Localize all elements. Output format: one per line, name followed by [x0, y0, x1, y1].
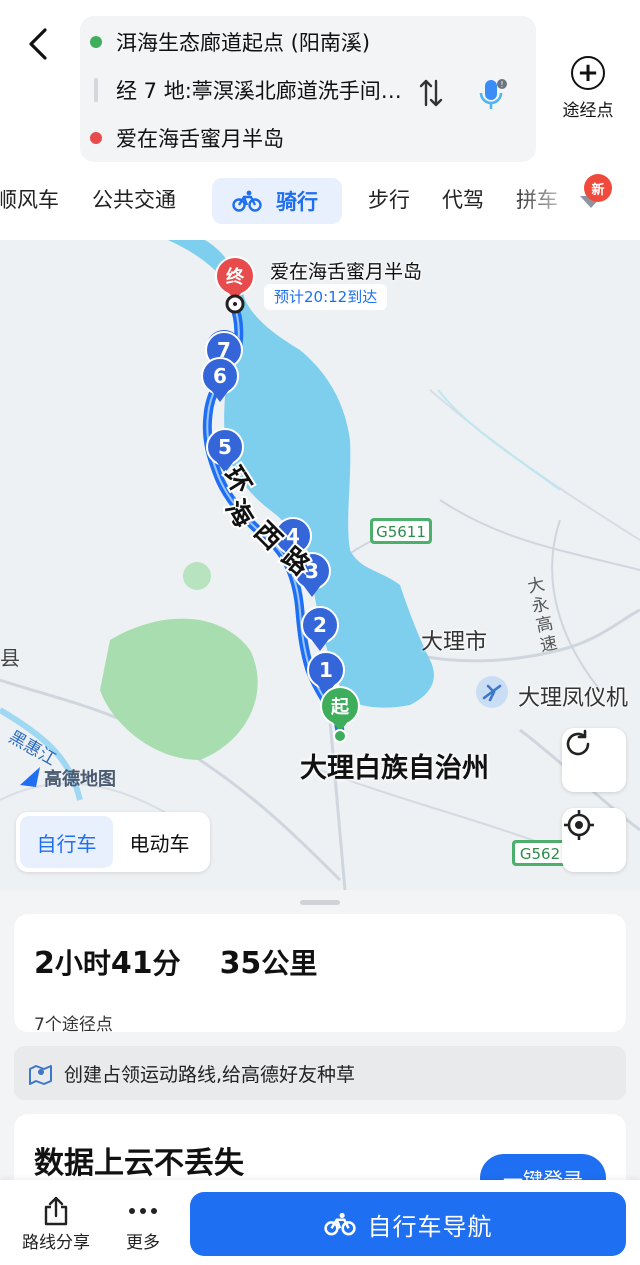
- destination-text: 爱在海舌蜜月半岛: [116, 127, 284, 151]
- via-bar: [94, 78, 98, 102]
- bicycle-icon: [323, 1212, 356, 1236]
- highway-g562-label: G562: [520, 845, 560, 863]
- back-button[interactable]: [18, 24, 58, 64]
- create-route-promo[interactable]: 创建占领运动路线,给高德好友种草: [14, 1046, 626, 1100]
- distance-unit: 公里: [261, 947, 318, 980]
- tab-designated-driver[interactable]: 代驾: [442, 184, 484, 214]
- tab-ride-hailing[interactable]: 顺风车: [0, 184, 59, 214]
- route-summary-card[interactable]: 2小时41分 35公里 7个途径点: [14, 914, 626, 1035]
- tab-walking[interactable]: 步行: [368, 184, 410, 214]
- locate-me-button[interactable]: [562, 808, 626, 872]
- duration-minutes: 41: [110, 946, 153, 981]
- navigate-label: 自行车导航: [367, 1212, 493, 1241]
- route-header: 洱海生态廊道起点 (阳南溪) 经 7 地:葶溟溪北廊道洗手间>蝴蝶泉>双廊古镇>…: [0, 0, 640, 240]
- tab-cycling-label: 骑行: [276, 190, 318, 214]
- airport-icon: [476, 676, 508, 708]
- map-canvas: 7 6 5 4 3 2 1 起 终 环 海 西 路 G5611 G562: [0, 240, 640, 890]
- start-marker[interactable]: 起: [320, 686, 360, 743]
- more-label: 更多: [126, 1233, 160, 1253]
- more-button[interactable]: 更多: [118, 1194, 168, 1253]
- back-arrow-icon: [29, 28, 47, 60]
- route-summary: 2小时41分 35公里: [34, 942, 317, 982]
- plus-circle-icon: +: [571, 56, 605, 90]
- prefecture-label: 大理白族自治州: [300, 753, 489, 784]
- route-input-box: 洱海生态廊道起点 (阳南溪) 经 7 地:葶溟溪北廊道洗手间>蝴蝶泉>双廊古镇>…: [80, 16, 536, 162]
- waypoint-1-label: 1: [319, 658, 333, 682]
- bicycle-icon: [232, 190, 262, 212]
- end-marker[interactable]: 终: [215, 256, 255, 314]
- refresh-route-button[interactable]: [562, 728, 626, 792]
- distance-value: 35: [219, 946, 262, 981]
- origin-text: 洱海生态廊道起点 (阳南溪): [116, 31, 371, 55]
- bicycle-option[interactable]: 自行车: [20, 816, 113, 868]
- waypoint-5-label: 5: [218, 435, 232, 459]
- destination-row[interactable]: 爱在海舌蜜月半岛: [80, 118, 536, 158]
- origin-dot-icon: [90, 36, 102, 48]
- sheet-grabber[interactable]: [300, 900, 340, 905]
- svg-text:!: !: [500, 80, 503, 89]
- tabs-fade: [510, 172, 580, 232]
- county-label: 县: [0, 646, 20, 670]
- waypoint-2-label: 2: [313, 613, 327, 637]
- highway-g5611-label: G5611: [376, 523, 426, 541]
- map-route-icon: [29, 1065, 52, 1085]
- promo-text: 创建占领运动路线,给高德好友种草: [64, 1063, 356, 1086]
- swap-button[interactable]: [418, 78, 444, 115]
- microphone-icon: !: [479, 79, 507, 109]
- waypoint-count: 7个途径点: [34, 1015, 113, 1035]
- waypoint-6-label: 6: [213, 364, 227, 388]
- eta-label: 预计20:12到达: [264, 284, 388, 310]
- cloud-sync-title: 数据上云不丢失: [34, 1146, 244, 1181]
- destination-dot-icon: [90, 132, 102, 144]
- voice-input-button[interactable]: !: [474, 76, 510, 112]
- share-route-button[interactable]: 路线分享: [18, 1194, 94, 1253]
- locate-icon: [564, 810, 594, 840]
- city-label: 大理市: [421, 630, 488, 655]
- duration-hours-unit: 小时: [54, 947, 111, 980]
- route-map[interactable]: 7 6 5 4 3 2 1 起 终 环 海 西 路 G5611 G562 爱在海…: [0, 240, 640, 890]
- add-waypoint-button[interactable]: + 途经点: [548, 56, 628, 121]
- via-row[interactable]: 经 7 地:葶溟溪北廊道洗手间>蝴蝶泉>双廊古镇>挖色>海东>小普陀>海舌: [80, 70, 410, 110]
- start-bike-navigation-button[interactable]: 自行车导航: [190, 1192, 626, 1256]
- ebike-option[interactable]: 电动车: [113, 816, 206, 868]
- via-text: 经 7 地:葶溟溪北廊道洗手间>蝴蝶泉>双廊古镇>挖色>海东>小普陀>海舌: [116, 79, 410, 103]
- share-icon: [44, 1196, 68, 1226]
- new-badge: 新: [584, 174, 612, 202]
- duration-minutes-unit: 分: [152, 947, 181, 980]
- more-dots-icon: [118, 1194, 168, 1228]
- amap-logo-icon: [20, 767, 40, 787]
- end-marker-label: 终: [226, 266, 245, 288]
- add-waypoint-label: 途经点: [562, 101, 614, 121]
- destination-map-label: 爱在海舌蜜月半岛: [270, 261, 423, 283]
- swap-icon: [419, 79, 443, 107]
- tab-cycling[interactable]: 骑行: [212, 178, 342, 224]
- amap-logo-text: 高德地图: [44, 769, 116, 790]
- share-route-label: 路线分享: [22, 1233, 90, 1253]
- tab-public-transit[interactable]: 公共交通: [92, 184, 176, 214]
- airport-label: 大理凤仪机: [518, 686, 629, 711]
- highway-shield-g5611: G5611: [370, 518, 432, 544]
- highway-shield-g562: G562: [512, 840, 568, 866]
- start-marker-label: 起: [330, 696, 350, 718]
- vehicle-type-toggle: 自行车 电动车: [16, 812, 210, 872]
- bottom-action-bar: 路线分享 更多 自行车导航: [0, 1180, 640, 1265]
- refresh-icon: [566, 729, 590, 756]
- duration-hours: 2: [34, 946, 55, 981]
- origin-row[interactable]: 洱海生态廊道起点 (阳南溪): [80, 22, 536, 62]
